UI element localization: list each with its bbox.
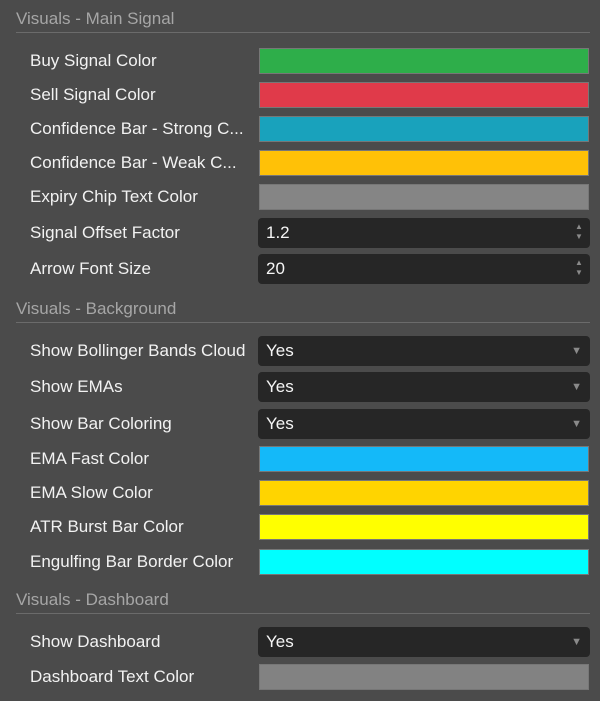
row-confidence-strong: Confidence Bar - Strong C... <box>0 112 600 146</box>
show-dashboard-select[interactable]: Yes ▼ <box>258 627 590 657</box>
show-bb-cloud-value: Yes <box>266 341 294 360</box>
row-show-dashboard: Show Dashboard Yes ▼ <box>0 625 600 659</box>
row-atr-burst-color: ATR Burst Bar Color <box>0 510 600 544</box>
ema-fast-color-label: EMA Fast Color <box>30 449 150 468</box>
row-ema-fast-color: EMA Fast Color <box>0 442 600 476</box>
section-header-background: Visuals - Background <box>16 296 590 323</box>
row-sell-signal-color: Sell Signal Color <box>0 78 600 112</box>
settings-panel: Visuals - Main Signal Buy Signal Color S… <box>0 0 600 701</box>
ema-slow-color-label: EMA Slow Color <box>30 483 153 502</box>
row-confidence-weak: Confidence Bar - Weak C... <box>0 146 600 180</box>
row-ema-slow-color: EMA Slow Color <box>0 476 600 510</box>
signal-offset-input[interactable]: 1.2 ▲ ▼ <box>258 218 590 248</box>
row-engulfing-border-color: Engulfing Bar Border Color <box>0 545 600 579</box>
buy-signal-color-label: Buy Signal Color <box>30 51 157 70</box>
show-dashboard-value: Yes <box>266 632 294 651</box>
section-header-main-signal: Visuals - Main Signal <box>16 6 590 33</box>
arrow-font-size-spinner[interactable]: ▲ ▼ <box>574 258 584 280</box>
show-emas-value: Yes <box>266 377 294 396</box>
show-emas-label: Show EMAs <box>30 377 123 396</box>
section-header-dashboard: Visuals - Dashboard <box>16 587 590 614</box>
row-arrow-font-size: Arrow Font Size 20 ▲ ▼ <box>0 252 600 286</box>
spin-down-icon[interactable]: ▼ <box>574 232 584 242</box>
atr-burst-color-label: ATR Burst Bar Color <box>30 517 184 536</box>
engulfing-border-color-label: Engulfing Bar Border Color <box>30 552 234 571</box>
confidence-strong-swatch[interactable] <box>259 116 589 142</box>
arrow-font-size-label: Arrow Font Size <box>30 259 151 278</box>
show-bar-coloring-label: Show Bar Coloring <box>30 414 172 433</box>
row-buy-signal-color: Buy Signal Color <box>0 44 600 78</box>
chevron-down-icon: ▼ <box>571 345 582 357</box>
row-show-bb-cloud: Show Bollinger Bands Cloud Yes ▼ <box>0 334 600 368</box>
spin-up-icon[interactable]: ▲ <box>574 258 584 268</box>
show-bar-coloring-value: Yes <box>266 414 294 433</box>
atr-burst-color-swatch[interactable] <box>259 514 589 540</box>
dashboard-text-color-label: Dashboard Text Color <box>30 667 195 686</box>
engulfing-border-color-swatch[interactable] <box>259 549 589 575</box>
show-emas-select[interactable]: Yes ▼ <box>258 372 590 402</box>
show-bar-coloring-select[interactable]: Yes ▼ <box>258 409 590 439</box>
arrow-font-size-input[interactable]: 20 ▲ ▼ <box>258 254 590 284</box>
chevron-down-icon: ▼ <box>571 381 582 393</box>
buy-signal-color-swatch[interactable] <box>259 48 589 74</box>
show-bb-cloud-select[interactable]: Yes ▼ <box>258 336 590 366</box>
chevron-down-icon: ▼ <box>571 418 582 430</box>
row-show-emas: Show EMAs Yes ▼ <box>0 370 600 404</box>
sell-signal-color-swatch[interactable] <box>259 82 589 108</box>
row-signal-offset: Signal Offset Factor 1.2 ▲ ▼ <box>0 216 600 250</box>
confidence-weak-swatch[interactable] <box>259 150 589 176</box>
expiry-chip-text-label: Expiry Chip Text Color <box>30 187 198 206</box>
spin-up-icon[interactable]: ▲ <box>574 222 584 232</box>
ema-fast-color-swatch[interactable] <box>259 446 589 472</box>
chevron-down-icon: ▼ <box>571 636 582 648</box>
signal-offset-spinner[interactable]: ▲ ▼ <box>574 222 584 244</box>
row-dashboard-text-color: Dashboard Text Color <box>0 660 600 694</box>
expiry-chip-text-swatch[interactable] <box>259 184 589 210</box>
confidence-strong-label: Confidence Bar - Strong C... <box>30 119 244 138</box>
sell-signal-color-label: Sell Signal Color <box>30 85 156 104</box>
signal-offset-label: Signal Offset Factor <box>30 223 180 242</box>
spin-down-icon[interactable]: ▼ <box>574 268 584 278</box>
dashboard-text-color-swatch[interactable] <box>259 664 589 690</box>
signal-offset-value: 1.2 <box>266 223 290 242</box>
arrow-font-size-value: 20 <box>266 259 285 278</box>
show-dashboard-label: Show Dashboard <box>30 632 161 651</box>
row-expiry-chip-text: Expiry Chip Text Color <box>0 180 600 214</box>
confidence-weak-label: Confidence Bar - Weak C... <box>30 153 237 172</box>
ema-slow-color-swatch[interactable] <box>259 480 589 506</box>
show-bb-cloud-label: Show Bollinger Bands Cloud <box>30 341 246 360</box>
row-show-bar-coloring: Show Bar Coloring Yes ▼ <box>0 407 600 441</box>
